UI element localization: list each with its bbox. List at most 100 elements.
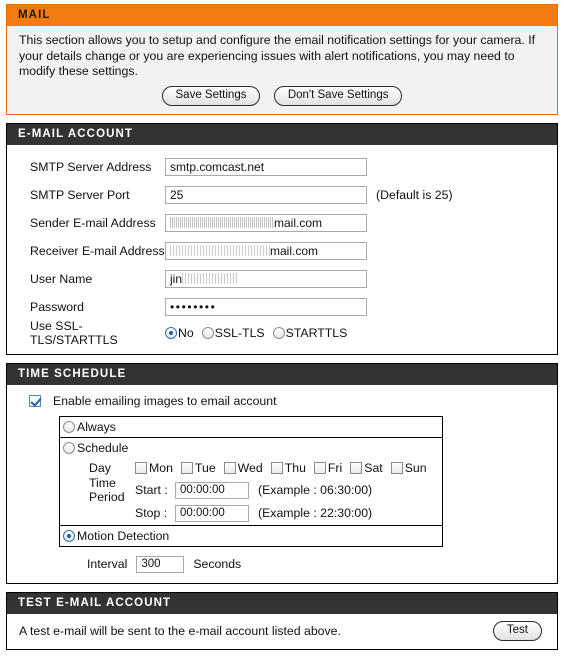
interval-row: Interval Seconds	[17, 547, 547, 575]
username-redaction	[182, 273, 239, 284]
time-period-start-row: Time Period Start : (Example : 06:30:00)	[60, 476, 442, 504]
sat-checkbox[interactable]	[350, 462, 363, 474]
interval-input[interactable]	[136, 555, 185, 573]
ssl-option-no[interactable]: No	[165, 326, 194, 340]
ssl-row: Use SSL-TLS/STARTTLS No SSL-TLS STARTTLS	[17, 318, 547, 347]
day-checkbox-sat[interactable]: Sat	[350, 461, 383, 475]
always-option[interactable]: Always	[60, 417, 442, 437]
day-checkbox-sun[interactable]: Sun	[390, 461, 427, 475]
time-period-stop-row: Stop : (Example : 22:30:00)	[60, 502, 442, 525]
ssl-option-no-label: No	[178, 325, 194, 340]
fri-label: Fri	[327, 461, 343, 475]
interval-unit-label: Seconds	[193, 557, 242, 571]
motion-detection-option[interactable]: Motion Detection	[60, 526, 442, 546]
wed-checkbox[interactable]	[223, 462, 236, 474]
schedule-option[interactable]: Schedule	[60, 438, 442, 458]
mon-label: Mon	[149, 461, 173, 475]
username-visible-prefix: jin	[170, 271, 183, 286]
receiver-email-redaction	[170, 245, 270, 256]
mail-panel-header: MAIL	[7, 5, 557, 26]
password-row: Password ••••••••	[17, 293, 547, 321]
schedule-label: Schedule	[77, 440, 129, 455]
receiver-email-input[interactable]: mail.com	[165, 241, 367, 260]
smtp-server-label: SMTP Server Address	[30, 159, 152, 174]
day-checkbox-fri[interactable]: Fri	[313, 461, 343, 475]
fri-checkbox[interactable]	[313, 462, 326, 474]
mail-panel: MAIL This section allows you to setup an…	[6, 4, 558, 115]
receiver-email-visible-tail: mail.com	[270, 243, 319, 258]
smtp-port-label: SMTP Server Port	[30, 187, 130, 202]
thu-checkbox[interactable]	[270, 462, 283, 474]
ssl-option-ssltls[interactable]: SSL-TLS	[201, 325, 265, 340]
ssl-option-starttls[interactable]: STARTTLS	[272, 325, 348, 340]
smtp-server-input[interactable]	[165, 157, 367, 176]
save-settings-button[interactable]: Save Settings	[161, 85, 261, 106]
time-schedule-panel: TIME SCHEDULE Enable emailing images to …	[6, 362, 558, 584]
stop-time-input[interactable]	[175, 504, 249, 522]
smtp-server-row: SMTP Server Address	[17, 153, 547, 181]
email-account-header: E-MAIL ACCOUNT	[7, 123, 557, 145]
ssl-option-starttls-label: STARTTLS	[285, 325, 348, 340]
username-row: User Name jin	[17, 265, 547, 293]
always-radio[interactable]	[63, 420, 75, 433]
sun-checkbox[interactable]	[390, 462, 403, 474]
start-label: Start :	[135, 483, 168, 497]
smtp-port-row: SMTP Server Port (Default is 25)	[17, 181, 547, 209]
test-email-account-header: TEST E-MAIL ACCOUNT	[7, 592, 557, 614]
tue-checkbox[interactable]	[180, 462, 193, 474]
day-checkbox-thu[interactable]: Thu	[270, 461, 306, 475]
tue-label: Tue	[194, 461, 216, 475]
sender-email-row: Sender E-mail Address mail.com	[17, 209, 547, 237]
test-email-description: A test e-mail will be sent to the e-mail…	[19, 623, 341, 638]
test-email-account-body: A test e-mail will be sent to the e-mail…	[7, 614, 557, 649]
dont-save-settings-button[interactable]: Don't Save Settings	[273, 85, 403, 106]
interval-label: Interval	[87, 557, 128, 571]
email-account-panel: E-MAIL ACCOUNT SMTP Server Address SMTP …	[6, 122, 558, 355]
motion-detection-radio[interactable]	[63, 529, 75, 542]
enable-emailing-row[interactable]: Enable emailing images to email account	[17, 391, 547, 416]
motion-detection-block: Motion Detection	[60, 526, 442, 546]
enable-emailing-checkbox[interactable]	[29, 394, 41, 407]
username-input[interactable]: jin	[165, 269, 367, 288]
sender-email-label: Sender E-mail Address	[30, 215, 156, 230]
day-checkbox-mon[interactable]: Mon	[135, 461, 173, 475]
ssl-label: Use SSL-TLS/STARTTLS	[30, 318, 118, 347]
enable-emailing-label: Enable emailing images to email account	[53, 393, 277, 408]
sun-label: Sun	[404, 461, 427, 475]
test-email-account-panel: TEST E-MAIL ACCOUNT A test e-mail will b…	[6, 591, 558, 650]
always-label: Always	[77, 419, 116, 434]
ssl-radio-ssltls[interactable]	[201, 326, 214, 339]
wed-label: Wed	[237, 461, 263, 475]
password-input[interactable]: ••••••••	[165, 297, 367, 316]
motion-detection-label: Motion Detection	[77, 528, 170, 543]
test-email-row: A test e-mail will be sent to the e-mail…	[7, 619, 549, 643]
password-dots: ••••••••	[170, 299, 217, 314]
username-label: User Name	[30, 271, 93, 286]
sender-email-input[interactable]: mail.com	[165, 213, 367, 232]
test-button[interactable]: Test	[492, 620, 542, 641]
mail-button-row: Save Settings Don't Save Settings	[19, 85, 545, 106]
ssl-radio-starttls[interactable]	[272, 326, 285, 339]
sender-email-redaction	[170, 217, 274, 228]
time-schedule-header: TIME SCHEDULE	[7, 363, 557, 385]
smtp-port-hint: (Default is 25)	[376, 187, 453, 202]
schedule-radio[interactable]	[63, 441, 75, 454]
day-checkbox-wed[interactable]: Wed	[223, 461, 263, 475]
ssl-options: No SSL-TLS STARTTLS	[165, 326, 355, 340]
stop-time-hint: (Example : 22:30:00)	[258, 506, 373, 520]
time-schedule-body: Enable emailing images to email account …	[7, 385, 557, 583]
smtp-port-input[interactable]	[165, 185, 367, 204]
ssl-option-ssltls-label: SSL-TLS	[214, 325, 265, 340]
start-time-input[interactable]	[175, 481, 249, 499]
mail-settings-page: MAIL This section allows you to setup an…	[0, 0, 564, 664]
receiver-email-row: Receiver E-mail Address mail.com	[17, 237, 547, 265]
day-checkbox-tue[interactable]: Tue	[180, 461, 216, 475]
mon-checkbox[interactable]	[135, 462, 147, 474]
sender-email-visible-tail: mail.com	[274, 215, 323, 230]
mail-intro-text: This section allows you to setup and con…	[19, 33, 536, 78]
time-period-label: Time Period	[89, 476, 125, 504]
mail-panel-body: This section allows you to setup and con…	[7, 26, 557, 114]
ssl-radio-no[interactable]	[165, 326, 177, 339]
schedule-options-box: Always Schedule Day Mon Tue Wed Thu Fri …	[59, 415, 443, 547]
always-block: Always	[60, 417, 442, 438]
